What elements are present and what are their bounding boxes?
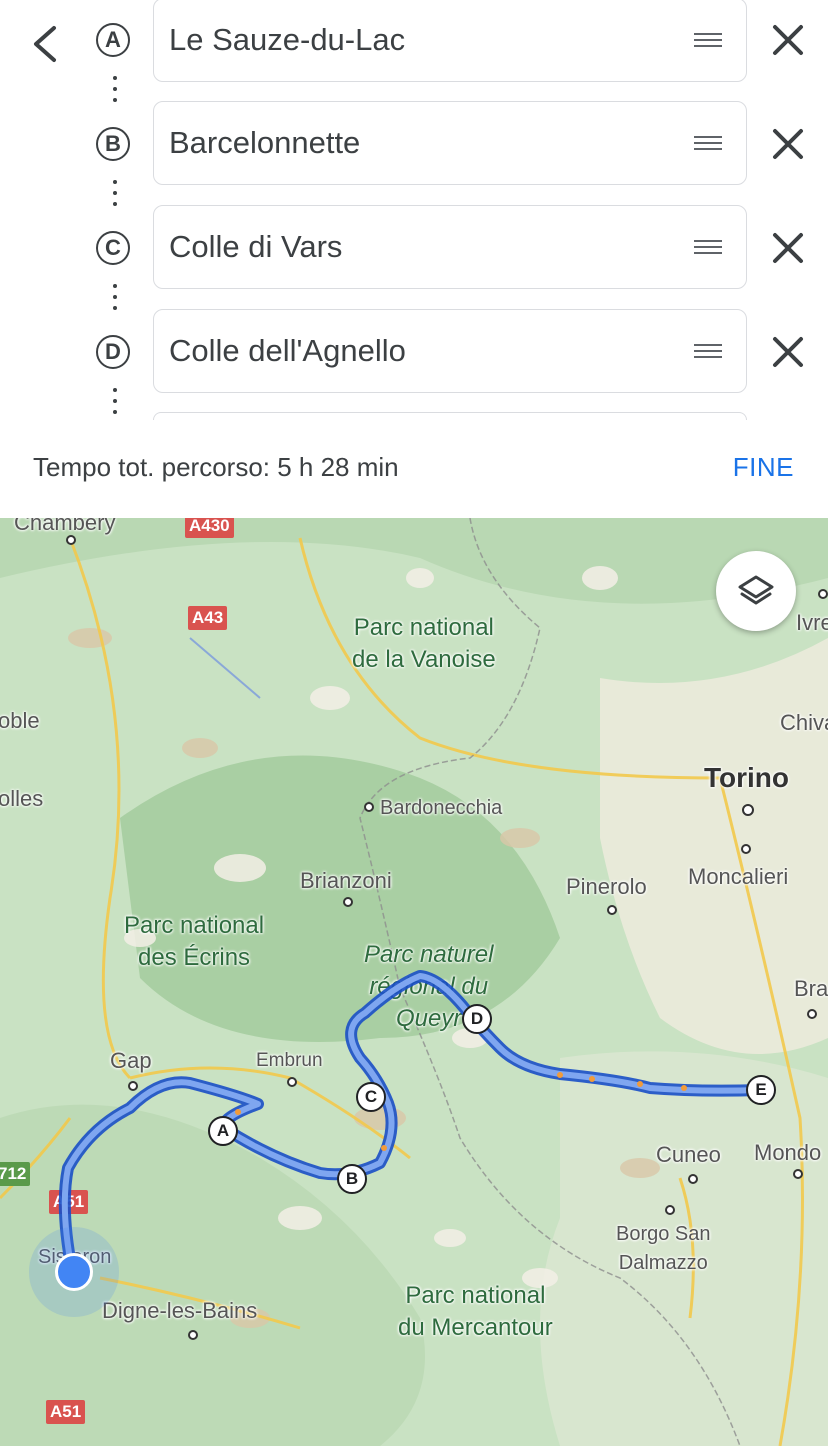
remove-stop-d-icon[interactable] xyxy=(770,334,806,370)
route-path xyxy=(58,970,766,1276)
stop-marker-b: B xyxy=(96,127,130,161)
remove-stop-a-icon[interactable] xyxy=(770,22,806,58)
stop-marker-a: A xyxy=(96,23,130,57)
waypoint-e-marker[interactable]: E xyxy=(746,1075,776,1105)
stop-marker-d: D xyxy=(96,335,130,369)
stop-input-c-text: Colle di Vars xyxy=(169,229,343,264)
connector-dots xyxy=(113,284,117,317)
remove-stop-b-icon[interactable] xyxy=(770,126,806,162)
remove-stop-c-icon[interactable] xyxy=(770,230,806,266)
connector-dots xyxy=(113,76,117,109)
drag-handle-icon[interactable] xyxy=(694,29,722,51)
stop-input-b[interactable]: Barcelonnette xyxy=(153,101,747,185)
stop-input-d-text: Colle dell'Agnello xyxy=(169,333,406,368)
connector-dots xyxy=(113,180,117,213)
stop-input-e-partial[interactable] xyxy=(153,412,747,420)
stop-input-c[interactable]: Colle di Vars xyxy=(153,205,747,289)
stop-marker-c: C xyxy=(96,231,130,265)
total-travel-time: Tempo tot. percorso: 5 h 28 min xyxy=(33,452,399,482)
map-layers-button[interactable] xyxy=(716,551,796,631)
directions-panel: A Le Sauze-du-Lac B Barcelonnette C Coll… xyxy=(0,0,828,518)
drag-handle-icon[interactable] xyxy=(694,132,722,154)
layers-icon xyxy=(738,575,774,605)
stop-input-d[interactable]: Colle dell'Agnello xyxy=(153,309,747,393)
waypoint-a-marker[interactable]: A xyxy=(208,1116,238,1146)
connector-dots xyxy=(113,388,117,421)
my-location-dot xyxy=(55,1253,93,1291)
stop-input-b-text: Barcelonnette xyxy=(169,125,361,160)
done-button[interactable]: FINE xyxy=(733,452,794,483)
map-view[interactable]: Parc national de la Vanoise Parc national… xyxy=(0,518,828,1446)
waypoint-c-marker[interactable]: C xyxy=(356,1082,386,1112)
stop-input-a-text: Le Sauze-du-Lac xyxy=(169,22,406,57)
back-arrow-icon[interactable] xyxy=(26,22,66,66)
waypoint-b-marker[interactable]: B xyxy=(337,1164,367,1194)
drag-handle-icon[interactable] xyxy=(694,340,722,362)
drag-handle-icon[interactable] xyxy=(694,236,722,258)
stop-input-a[interactable]: Le Sauze-du-Lac xyxy=(153,0,747,82)
waypoint-d-marker[interactable]: D xyxy=(462,1004,492,1034)
